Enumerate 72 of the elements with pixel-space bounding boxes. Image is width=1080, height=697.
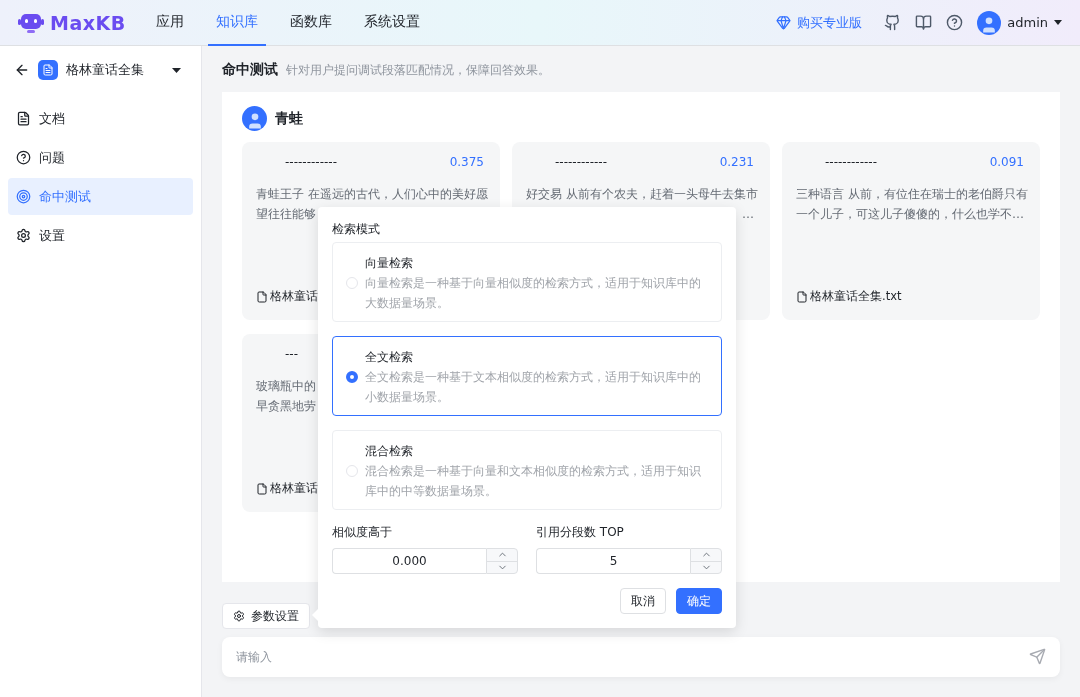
help-icon[interactable]: [946, 14, 964, 31]
source-file: 格林童话全集.txt: [810, 289, 902, 304]
nav-tab[interactable]: 系统设置: [355, 0, 428, 46]
app-logo: MaxKB: [50, 11, 126, 34]
nav-tab[interactable]: 知识库: [207, 0, 266, 46]
result-heading: ------------: [285, 155, 337, 169]
result-heading: ------------: [555, 155, 607, 169]
diamond-icon: [776, 15, 792, 30]
knowledge-base-icon: [38, 60, 58, 80]
field-label: 相似度高于: [332, 524, 393, 540]
github-icon[interactable]: [884, 14, 902, 31]
document-icon: [16, 111, 31, 126]
caret-icon: [172, 67, 181, 73]
result-card[interactable]: ------------ 0.091 三种语言 从前，有位住在瑞士的老伯爵只有 一个儿子，可这儿子傻傻的，什么也学不… 格林童话全集.txt: [782, 142, 1040, 320]
search-mode-option[interactable]: 全文检索 全文检索是一种基于文本相似度的检索方式，适用于知识库中的小数据量场景。: [332, 336, 722, 416]
number-field[interactable]: 0.000: [332, 548, 486, 574]
confirm-button[interactable]: 确定: [676, 588, 722, 614]
settings-icon: [233, 610, 245, 622]
user-menu[interactable]: admin: [977, 10, 1062, 35]
send-icon[interactable]: [1029, 648, 1046, 665]
result-text-line: 早贪黑地劳: [256, 398, 316, 415]
mode-description: 混合检索是一种基于向量和文本相似度的检索方式，适用于知识库中的中等数据量场景。: [365, 463, 702, 500]
file-icon: [796, 290, 808, 303]
settings-icon: [16, 228, 31, 243]
result-text-line: 青蛙王子 在遥远的古代，人们心中的美好愿: [256, 186, 488, 203]
number-field[interactable]: 5: [536, 548, 690, 574]
result-text-line: 好交易 从前有个农夫，赶着一头母牛去集市: [526, 186, 758, 203]
mode-label: 混合检索: [365, 443, 414, 459]
field-label: 引用分段数 TOP: [536, 524, 625, 540]
question-input[interactable]: 请输入: [222, 637, 1060, 677]
help-icon: [16, 150, 31, 165]
sidebar-item[interactable]: 问题: [8, 139, 193, 176]
mode-label: 向量检索: [365, 255, 414, 271]
page-subtitle: 针对用户提问调试段落匹配情况，保障回答效果。: [286, 61, 550, 79]
nav-tab[interactable]: 函数库: [281, 0, 340, 46]
avatar-icon: [977, 10, 1002, 35]
caret-icon: [1054, 20, 1062, 25]
page-title: 命中测试: [222, 61, 278, 79]
result-score: 0.091: [989, 155, 1024, 169]
source-file: 格林童话: [270, 289, 318, 304]
result-heading: ------------: [825, 155, 877, 169]
sidebar-item[interactable]: 命中测试: [8, 178, 193, 215]
file-icon: [256, 482, 268, 495]
mode-description: 全文检索是一种基于文本相似度的检索方式，适用于知识库中的小数据量场景。: [365, 369, 702, 406]
upgrade-link[interactable]: 购买专业版: [776, 13, 863, 32]
nav-tab[interactable]: 应用: [147, 0, 192, 46]
avatar-icon: [242, 106, 267, 131]
search-mode-option[interactable]: 混合检索 混合检索是一种基于向量和文本相似度的检索方式，适用于知识库中的中等数据量场景。: [332, 430, 722, 510]
target-icon: [16, 189, 31, 204]
search-mode-option[interactable]: 向量检索 向量检索是一种基于向量相似度的检索方式，适用于知识库中的大数据量场景。: [332, 242, 722, 322]
result-text-line: …: [742, 206, 754, 223]
result-score: 0.231: [719, 155, 754, 169]
section-title: 检索模式: [332, 221, 381, 238]
file-icon: [256, 290, 268, 303]
robot-logo-icon: [18, 11, 44, 34]
back-icon[interactable]: [14, 62, 30, 78]
parameter-settings-button[interactable]: 参数设置: [222, 603, 310, 629]
result-score: 0.375: [449, 155, 484, 169]
result-text-line: 一个儿子，可这儿子傻傻的，什么也学不…: [796, 206, 1024, 223]
result-text-line: 玻璃瓶中的: [256, 378, 316, 395]
query-text: 青蛙: [275, 109, 303, 128]
radio-button[interactable]: [346, 371, 358, 383]
result-text-line: 三种语言 从前，有位住在瑞士的老伯爵只有: [796, 186, 1028, 203]
book-icon[interactable]: [915, 14, 933, 31]
sidebar-item[interactable]: 文档: [8, 100, 193, 137]
knowledge-base-select[interactable]: 格林童话全集: [66, 61, 187, 79]
source-file: 格林童话: [270, 481, 318, 496]
cancel-button[interactable]: 取消: [620, 588, 666, 614]
result-heading: ---: [285, 347, 298, 361]
result-text-line: 望往往能够: [256, 206, 316, 223]
mode-label: 全文检索: [365, 349, 414, 365]
sidebar-item[interactable]: 设置: [8, 217, 193, 254]
